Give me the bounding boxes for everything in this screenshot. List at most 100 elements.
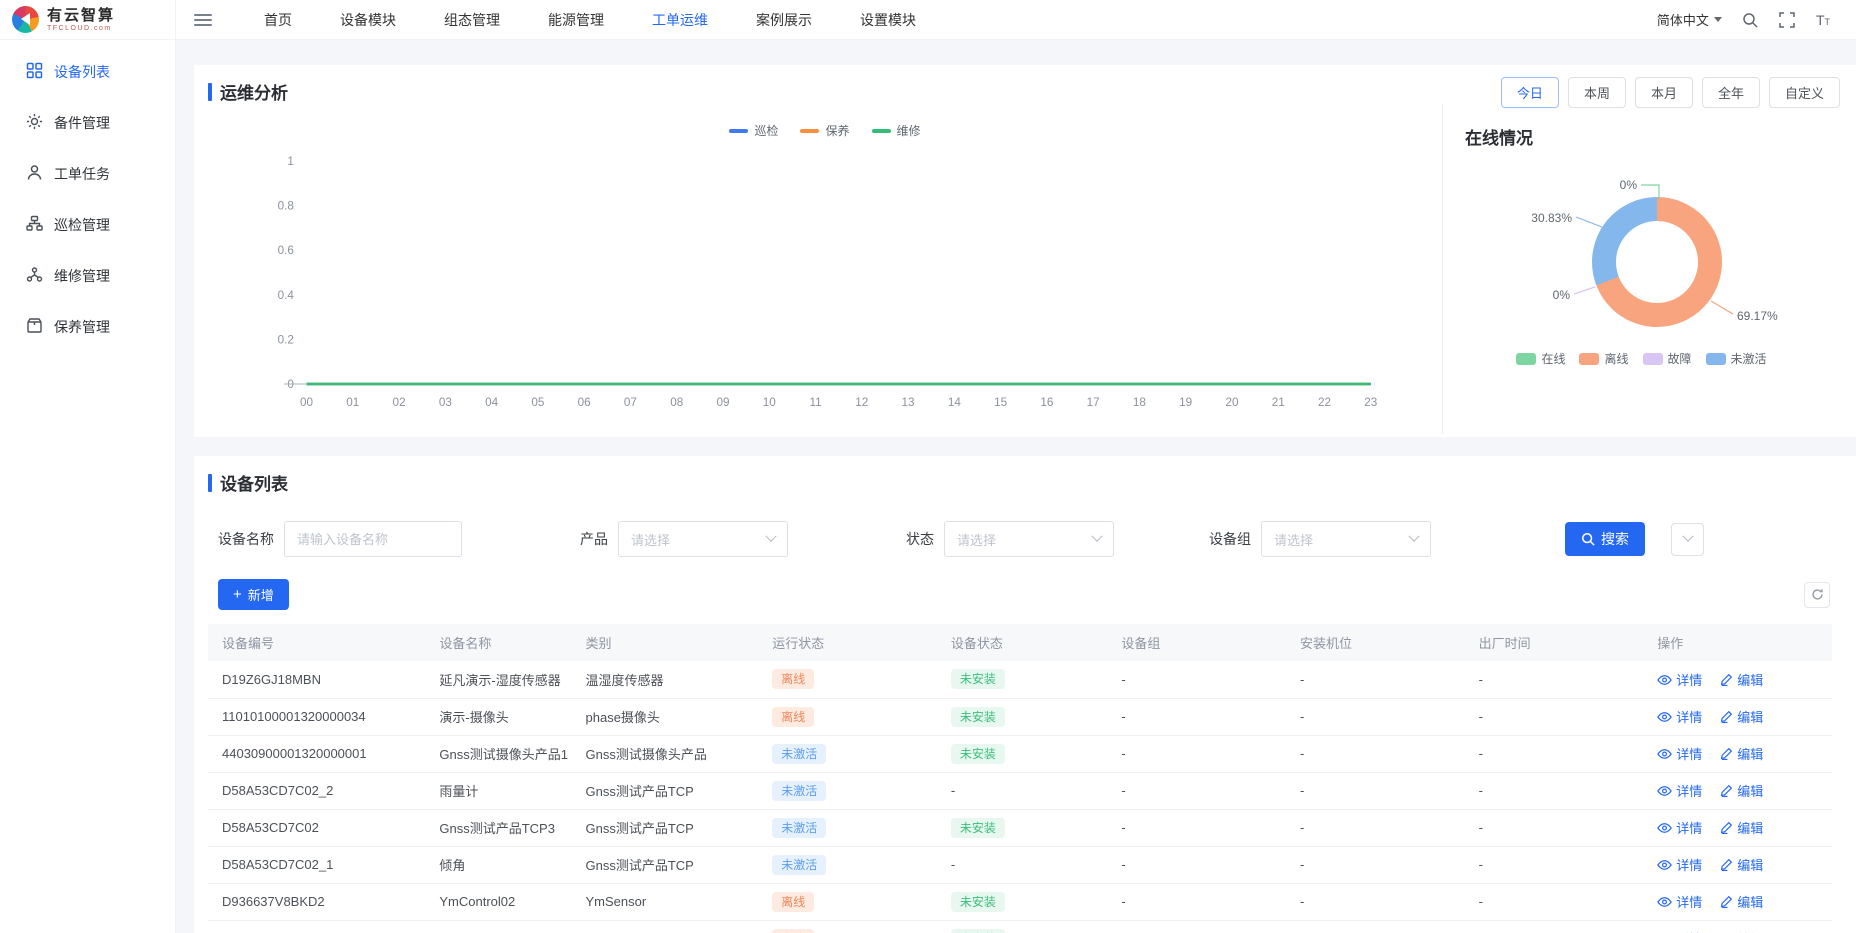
table-row: D58A53CD7C02Gnss测试产品TCP3Gnss测试产品TCP未激活未安… bbox=[208, 809, 1832, 846]
cell-device-id: D93FL0KK1096E bbox=[208, 920, 435, 933]
svg-text:07: 07 bbox=[624, 395, 637, 409]
nav-item[interactable]: 能源管理 bbox=[524, 0, 628, 40]
detail-link[interactable]: 详情 bbox=[1657, 892, 1702, 911]
edit-link[interactable]: 编辑 bbox=[1720, 929, 1763, 933]
column-header: 设备名称 bbox=[435, 624, 581, 661]
device-name-input[interactable] bbox=[284, 521, 462, 557]
cell-device-name: 雨量计 bbox=[435, 772, 581, 809]
analysis-card: 运维分析 今日本周本月全年自定义 巡检保养维修 00.20.40.60.8100… bbox=[194, 65, 1856, 437]
language-label: 简体中文 bbox=[1657, 10, 1709, 29]
cell-device-name: YmControl02 bbox=[435, 883, 581, 920]
detail-link[interactable]: 详情 bbox=[1657, 781, 1702, 800]
detail-link[interactable]: 详情 bbox=[1657, 670, 1702, 689]
cell-factory-date: - bbox=[1475, 920, 1654, 933]
edit-link[interactable]: 编辑 bbox=[1720, 781, 1763, 800]
edit-link[interactable]: 编辑 bbox=[1720, 818, 1763, 837]
fullscreen-icon[interactable] bbox=[1779, 11, 1796, 28]
detail-link[interactable]: 详情 bbox=[1657, 818, 1702, 837]
sidebar-item[interactable]: 保养管理 bbox=[0, 301, 175, 352]
cell-actions: 详情编辑 bbox=[1653, 809, 1832, 846]
cell-slot: - bbox=[1296, 661, 1475, 698]
edit-link[interactable]: 编辑 bbox=[1720, 892, 1763, 911]
edit-link[interactable]: 编辑 bbox=[1720, 707, 1763, 726]
font-size-icon[interactable]: TT bbox=[1816, 12, 1830, 28]
run-status-badge: 未激活 bbox=[772, 818, 826, 838]
filter-expand-button[interactable] bbox=[1671, 523, 1704, 556]
cell-run-status: 离线 bbox=[768, 698, 947, 735]
product-select[interactable]: 请选择 bbox=[618, 521, 788, 557]
search-button[interactable]: 搜索 bbox=[1565, 522, 1645, 556]
cell-factory-date: - bbox=[1475, 809, 1654, 846]
nav-item[interactable]: 设置模块 bbox=[836, 0, 940, 40]
detail-link[interactable]: 详情 bbox=[1657, 855, 1702, 874]
svg-text:23: 23 bbox=[1364, 395, 1377, 409]
detail-link[interactable]: 详情 bbox=[1657, 929, 1702, 933]
cell-device-status: - bbox=[947, 772, 1118, 809]
collapse-menu-icon[interactable] bbox=[194, 11, 212, 29]
legend-item[interactable]: 在线 bbox=[1516, 350, 1565, 367]
cell-factory-date: - bbox=[1475, 735, 1654, 772]
cell-run-status: 离线 bbox=[768, 661, 947, 698]
table-row: D19Z6GJ18MBN延凡演示-湿度传感器温湿度传感器离线未安装---详情编辑 bbox=[208, 661, 1832, 698]
svg-text:04: 04 bbox=[485, 395, 498, 409]
group-select-value: 请选择 bbox=[1274, 530, 1313, 549]
column-header: 安装机位 bbox=[1296, 624, 1475, 661]
cell-device-name: 演示-摄像头 bbox=[435, 698, 581, 735]
detail-link[interactable]: 详情 bbox=[1657, 707, 1702, 726]
main-nav: 首页设备模块组态管理能源管理工单运维案例展示设置模块 bbox=[240, 0, 940, 40]
nav-item[interactable]: 设备模块 bbox=[316, 0, 420, 40]
sidebar-item[interactable]: 工单任务 bbox=[0, 148, 175, 199]
gear-icon bbox=[26, 113, 43, 133]
device-table-header: 设备编号设备名称类别运行状态设备状态设备组安装机位出厂时间操作 bbox=[208, 624, 1832, 661]
svg-text:18: 18 bbox=[1133, 395, 1146, 409]
nav-item[interactable]: 首页 bbox=[240, 0, 316, 40]
language-selector[interactable]: 简体中文 bbox=[1657, 10, 1722, 29]
legend-item[interactable]: 故障 bbox=[1643, 350, 1692, 367]
cell-device-name: YmControl01 bbox=[435, 920, 581, 933]
group-label: 设备组 bbox=[1209, 529, 1251, 549]
run-status-badge: 未激活 bbox=[772, 781, 826, 801]
column-header: 设备状态 bbox=[947, 624, 1118, 661]
sidebar-item[interactable]: 维修管理 bbox=[0, 250, 175, 301]
edit-link[interactable]: 编辑 bbox=[1720, 744, 1763, 763]
cell-factory-date: - bbox=[1475, 698, 1654, 735]
cell-slot: - bbox=[1296, 846, 1475, 883]
line-chart: 巡检保养维修 00.20.40.60.810001020304050607080… bbox=[208, 104, 1442, 434]
add-device-button[interactable]: + 新增 bbox=[218, 579, 289, 610]
cell-device-id: D58A53CD7C02_1 bbox=[208, 846, 435, 883]
group-select[interactable]: 请选择 bbox=[1261, 521, 1431, 557]
nav-item[interactable]: 组态管理 bbox=[420, 0, 524, 40]
svg-text:01: 01 bbox=[346, 395, 359, 409]
edit-link[interactable]: 编辑 bbox=[1720, 670, 1763, 689]
status-select[interactable]: 请选择 bbox=[944, 521, 1114, 557]
grid-icon bbox=[26, 62, 43, 82]
box-icon bbox=[26, 317, 43, 337]
logo[interactable]: 有云智算 TFCLOUD.com bbox=[0, 0, 176, 40]
cell-factory-date: - bbox=[1475, 772, 1654, 809]
nav-item[interactable]: 工单运维 bbox=[628, 0, 732, 40]
cell-device-name: Gnss测试摄像头产品1 bbox=[435, 735, 581, 772]
svg-text:06: 06 bbox=[578, 395, 591, 409]
line-chart-canvas: 00.20.40.60.8100010203040506070809101112… bbox=[208, 104, 1442, 434]
sidebar-item[interactable]: 备件管理 bbox=[0, 97, 175, 148]
sidebar-item[interactable]: 巡检管理 bbox=[0, 199, 175, 250]
cell-group: - bbox=[1117, 846, 1296, 883]
refresh-table-button[interactable] bbox=[1804, 582, 1830, 608]
search-icon[interactable] bbox=[1742, 11, 1759, 28]
nav-item[interactable]: 案例展示 bbox=[732, 0, 836, 40]
sidebar-item[interactable]: 设备列表 bbox=[0, 46, 175, 97]
donut-chart bbox=[1592, 197, 1722, 327]
column-header: 类别 bbox=[582, 624, 769, 661]
legend-swatch bbox=[1643, 353, 1663, 365]
legend-item[interactable]: 离线 bbox=[1579, 350, 1628, 367]
table-row: D58A53CD7C02_1倾角Gnss测试产品TCP未激活----详情编辑 bbox=[208, 846, 1832, 883]
svg-text:00: 00 bbox=[300, 395, 313, 409]
detail-link[interactable]: 详情 bbox=[1657, 744, 1702, 763]
cell-category: phase摄像头 bbox=[582, 698, 769, 735]
legend-swatch bbox=[1516, 353, 1536, 365]
legend-item[interactable]: 未激活 bbox=[1706, 350, 1767, 367]
cell-device-name: 倾角 bbox=[435, 846, 581, 883]
run-status-badge: 未激活 bbox=[772, 855, 826, 875]
device-table: 设备编号设备名称类别运行状态设备状态设备组安装机位出厂时间操作 D19Z6GJ1… bbox=[208, 624, 1832, 933]
edit-link[interactable]: 编辑 bbox=[1720, 855, 1763, 874]
